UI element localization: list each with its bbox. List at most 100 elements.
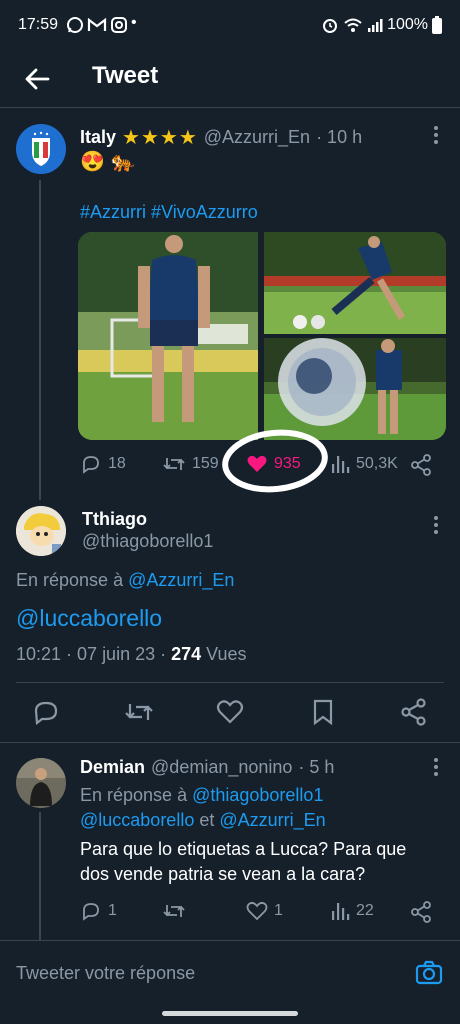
tthiago-avatar[interactable] <box>16 506 66 556</box>
reply-input[interactable]: Tweeter votre réponse <box>16 963 195 984</box>
stars: ★★★★ <box>122 127 198 149</box>
like-action[interactable]: 1 <box>246 900 283 922</box>
more-vert-icon <box>434 516 438 534</box>
reply-tweet-header: Demian @demian_nonino · 5 h <box>80 757 334 778</box>
author-name[interactable]: Demian <box>80 757 145 778</box>
author-handle[interactable]: @demian_nonino <box>151 757 292 778</box>
whatsapp-icon <box>66 16 84 34</box>
reply-to-link[interactable]: @thiagoborello1 <box>192 785 323 805</box>
status-right: 100% <box>321 16 442 34</box>
battery-label: 100% <box>387 16 428 33</box>
thread-line <box>39 180 41 500</box>
photo-player-kicking[interactable] <box>264 232 446 334</box>
tweet-meta: 10:21 · 07 juin 23 · 274 Vues <box>16 644 247 665</box>
share-icon <box>401 698 426 726</box>
reply-bubble-icon <box>83 456 99 474</box>
italia-crest-icon <box>16 124 66 174</box>
reply-button[interactable] <box>32 698 60 726</box>
circle-annotation <box>220 426 330 498</box>
reply-prefix: En réponse à <box>16 570 124 590</box>
reply-to-link[interactable]: @luccaborello <box>80 810 194 830</box>
main-tweet-header: Italy ★★★★ @Azzurri_En · 10 h <box>80 125 362 150</box>
author-handle[interactable]: @Azzurri_En <box>204 127 310 148</box>
wifi-icon <box>343 16 363 34</box>
divider <box>16 682 444 683</box>
notification-icons <box>66 16 128 34</box>
retweet-icon <box>125 704 153 720</box>
views-label: Vues <box>201 644 247 664</box>
status-time: 17:59 <box>18 16 59 33</box>
bookmark-icon <box>313 699 333 726</box>
reply-context: En réponse à @thiagoborello1 @luccaborel… <box>80 783 440 833</box>
retweet-action[interactable] <box>162 900 186 922</box>
more-options-button[interactable] <box>426 756 446 780</box>
reply-to-link[interactable]: @Azzurri_En <box>128 570 234 590</box>
tweet-text: Para que lo etiquetas a Lucca? Para que … <box>80 839 407 884</box>
reply-action[interactable]: 18 <box>80 453 126 475</box>
media-grid[interactable] <box>78 232 446 440</box>
retweet-button[interactable] <box>124 698 154 726</box>
reply-and: et <box>194 810 220 830</box>
reply-to-link[interactable]: @Azzurri_En <box>219 810 325 830</box>
author-handle[interactable]: @thiagoborello1 <box>82 531 213 552</box>
reply-composer: Tweeter votre réponse <box>0 941 460 1024</box>
like-button[interactable] <box>216 698 244 726</box>
views-bar-icon <box>332 903 350 920</box>
like-count: 1 <box>274 902 283 919</box>
heart-outline-icon <box>216 700 244 724</box>
status-dot: • <box>131 14 137 31</box>
retweet-count: 159 <box>192 455 219 472</box>
thread-line <box>39 812 41 940</box>
photo-player-standing[interactable] <box>78 232 258 440</box>
share-button[interactable] <box>410 901 432 923</box>
views-number: 274 <box>171 644 202 664</box>
views-action[interactable]: 50,3K <box>330 453 398 475</box>
divider <box>0 742 460 743</box>
signal-icon <box>367 17 383 33</box>
author-name[interactable]: Tthiago <box>82 509 147 530</box>
camera-icon <box>415 960 443 985</box>
reply-prefix: En réponse à <box>80 785 188 805</box>
share-button[interactable] <box>410 454 432 476</box>
views-action[interactable]: 22 <box>330 900 374 922</box>
back-arrow-icon <box>25 68 50 90</box>
tweet-time: · 5 h <box>298 757 335 777</box>
reply-context: En réponse à @Azzurri_En <box>16 570 234 591</box>
camera-button[interactable] <box>414 959 444 987</box>
hashtags[interactable]: #Azzurri #VivoAzzurro <box>80 200 258 225</box>
status-bar: 17:59 • 100% <box>0 0 460 52</box>
reply-count: 18 <box>108 455 126 472</box>
photo-ball-closeup[interactable] <box>264 338 446 440</box>
retweet-action[interactable]: 159 <box>162 453 219 475</box>
instagram-icon <box>110 16 128 34</box>
gesture-bar <box>162 1011 298 1016</box>
more-options-button[interactable] <box>426 124 446 148</box>
more-options-button[interactable] <box>426 514 446 538</box>
views-bar-icon <box>332 456 350 473</box>
person-photo-icon <box>16 758 66 808</box>
author-name[interactable]: Italy <box>80 127 116 148</box>
italy-avatar[interactable] <box>16 124 66 174</box>
bookmark-button[interactable] <box>310 698 336 726</box>
tweet-time: · 10 h <box>316 127 363 147</box>
more-vert-icon <box>434 758 438 776</box>
cartoon-avatar-icon <box>16 506 66 556</box>
retweet-icon <box>163 905 185 917</box>
heart-outline-icon <box>246 901 268 921</box>
top-app-bar: Tweet <box>0 52 460 108</box>
share-button[interactable] <box>400 698 428 726</box>
bio-emojis: 😍 🐅 <box>80 151 136 173</box>
share-icon <box>411 454 431 476</box>
page-title: Tweet <box>92 62 159 89</box>
back-button[interactable] <box>20 62 54 96</box>
tweet-text-mention[interactable]: @luccaborello <box>16 605 162 632</box>
gmail-icon <box>87 16 107 34</box>
more-vert-icon <box>434 126 438 144</box>
demian-avatar[interactable] <box>16 758 66 808</box>
reply-action[interactable]: 1 <box>80 900 117 922</box>
reply-bubble-icon <box>34 701 58 726</box>
views-count: 50,3K <box>356 455 398 472</box>
alarm-icon <box>321 16 339 34</box>
reply-count: 1 <box>108 902 117 919</box>
battery-icon <box>432 16 442 34</box>
